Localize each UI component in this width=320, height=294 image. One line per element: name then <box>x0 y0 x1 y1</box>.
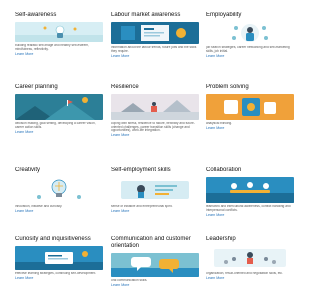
self-employment-illustration <box>111 177 199 203</box>
card-creativity[interactable]: Creativity innovation, initiative and cu… <box>15 167 103 213</box>
communication-illustration <box>111 253 199 277</box>
card-image <box>15 246 103 270</box>
learn-more-link[interactable]: Learn More <box>111 209 199 213</box>
learn-more-link[interactable]: Learn More <box>15 276 103 280</box>
card-career-planning[interactable]: Career planning decision making, goal se… <box>15 84 103 134</box>
card-image <box>206 94 294 120</box>
card-self-employment-skills[interactable]: Self-employment skills sense of initiati… <box>111 167 199 213</box>
employability-illustration <box>206 22 294 44</box>
learn-more-link[interactable]: Learn More <box>206 54 294 58</box>
card-title: Curiosity and inquisitiveness <box>15 236 91 242</box>
card-description: sense of initiative and entrepreneurial … <box>111 205 173 208</box>
card-description: building realistic self-image and health… <box>15 44 89 51</box>
curiosity-illustration <box>15 246 103 270</box>
card-image <box>111 22 199 44</box>
card-collaboration[interactable]: Collaboration teamwork and intercultural… <box>206 167 294 217</box>
card-title: Problem solving <box>206 84 249 90</box>
learn-more-link[interactable]: Learn More <box>111 54 199 58</box>
card-title: Career planning <box>15 84 58 90</box>
card-description: information about the labour trends, fut… <box>111 46 197 53</box>
card-description: teamwork and intercultural awareness, co… <box>206 205 291 212</box>
card-title: Labour market awareness <box>111 12 181 18</box>
labour-market-illustration <box>111 22 199 44</box>
creativity-illustration <box>15 177 103 203</box>
card-title: Collaboration <box>206 167 242 173</box>
collaboration-illustration <box>206 177 294 203</box>
resilience-illustration <box>111 94 199 120</box>
card-title: Self-awareness <box>15 12 57 18</box>
card-description: job search strategies, career networking… <box>206 46 290 53</box>
learn-more-link[interactable]: Learn More <box>15 52 103 56</box>
career-planning-illustration <box>15 94 103 120</box>
self-awareness-illustration <box>15 22 103 42</box>
learn-more-link[interactable]: Learn More <box>111 283 199 287</box>
card-description: analytical thinking. <box>206 122 233 125</box>
card-title: Creativity <box>15 167 41 173</box>
learn-more-link[interactable]: Learn More <box>206 213 294 217</box>
card-image <box>111 177 199 203</box>
card-description: effective learning strategies, continuin… <box>15 272 97 275</box>
card-title: Leadership <box>206 236 236 242</box>
card-description: organization, result-oriented and negoti… <box>206 272 283 275</box>
card-communication-and-customer-orientation[interactable]: Communication and customer orientation o… <box>111 236 199 287</box>
card-problem-solving[interactable]: Problem solving analytical thinking. Lea… <box>206 84 294 130</box>
card-description: coping with stress, resilience to failur… <box>111 122 195 133</box>
learn-more-link[interactable]: Learn More <box>111 133 199 137</box>
card-leadership[interactable]: Leadership organization, result-oriented… <box>206 236 294 280</box>
card-title: Resilience <box>111 84 139 90</box>
card-image <box>206 22 294 44</box>
card-image <box>111 94 199 120</box>
card-description: innovation, initiative and curiosity. <box>15 205 63 208</box>
card-image <box>111 253 199 277</box>
card-image <box>15 22 103 42</box>
card-employability[interactable]: Employability job search strategies, car… <box>206 12 294 58</box>
card-curiosity-and-inquisitiveness[interactable]: Curiosity and inquisitiveness effective … <box>15 236 103 280</box>
card-image <box>206 177 294 203</box>
leadership-illustration <box>206 246 294 270</box>
learn-more-link[interactable]: Learn More <box>15 209 103 213</box>
card-title: Employability <box>206 12 242 18</box>
card-description: oral communication skills. <box>111 279 148 282</box>
learn-more-link[interactable]: Learn More <box>206 126 294 130</box>
card-image <box>15 177 103 203</box>
problem-solving-illustration <box>206 94 294 120</box>
skills-grid: Self-awareness building realistic self-i… <box>0 0 294 294</box>
card-title: Communication and customer orientation <box>111 236 191 249</box>
card-self-awareness[interactable]: Self-awareness building realistic self-i… <box>15 12 103 56</box>
card-description: decision making, goal setting, developin… <box>15 122 96 129</box>
card-image <box>206 246 294 270</box>
card-resilience[interactable]: Resilience coping with stress, resilienc… <box>111 84 199 137</box>
learn-more-link[interactable]: Learn More <box>15 130 103 134</box>
card-image <box>15 94 103 120</box>
learn-more-link[interactable]: Learn More <box>206 276 294 280</box>
card-title: Self-employment skills <box>111 167 171 173</box>
card-labour-market-awareness[interactable]: Labour market awareness information abou… <box>111 12 199 58</box>
